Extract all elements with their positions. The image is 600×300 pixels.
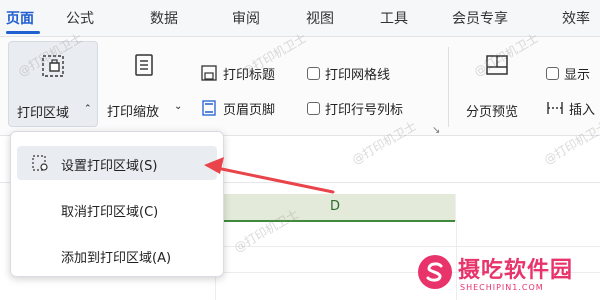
menu-item-label: 添加到打印区域(A) [61,251,172,266]
menu-item-set-print-area[interactable]: 设置打印区域(S) [17,146,217,180]
page-break-preview-label: 分页预览 [466,105,519,120]
checkbox-icon [307,66,320,80]
tab-tools[interactable]: 工具 [380,8,408,28]
menu-item-label: 取消打印区域(C) [61,205,159,220]
tab-formula[interactable]: 公式 [66,8,94,28]
group-separator [448,47,449,127]
header-footer-label: 页眉页脚 [223,102,276,118]
chevron-up-icon: ⌃ [84,104,92,114]
column-header-d[interactable]: D [215,194,455,222]
menu-item-label: 设置打印区域(S) [61,159,158,174]
header-footer-icon [202,100,216,116]
chevron-down-icon: ⌄ [174,101,183,112]
checkbox-icon [546,66,559,80]
print-zoom-icon [135,54,153,76]
print-titles-icon [201,65,217,81]
checkbox-icon [307,101,320,115]
menu-item-add-to-print-area[interactable]: 添加到打印区域(A) [11,238,223,272]
print-row-col-headers-checkbox[interactable]: 打印行号列标 [307,97,403,119]
logo-badge-icon [418,255,452,289]
tab-data[interactable]: 数据 [150,8,178,28]
insert-page-break-icon [547,102,563,114]
print-area-dropdown-menu: 设置打印区域(S) 取消打印区域(C) 添加到打印区域(A) [10,131,224,277]
show-checkbox[interactable]: 显示 [546,62,590,84]
tab-efficiency[interactable]: 效率 [562,8,590,28]
tab-review[interactable]: 审阅 [232,8,260,28]
print-gridlines-label: 打印网格线 [325,67,391,83]
show-label: 显示 [564,67,591,83]
logo-name: 摄吃软件园 [458,258,574,283]
print-row-col-headers-label: 打印行号列标 [325,102,404,118]
print-zoom-label: 打印缩放 [107,105,160,120]
tab-member[interactable]: 会员专享 [452,8,508,28]
menu-item-cancel-print-area[interactable]: 取消打印区域(C) [11,192,223,226]
tab-page[interactable]: 页面 [6,8,34,28]
print-gridlines-checkbox[interactable]: 打印网格线 [307,62,390,84]
dialog-launcher-icon[interactable]: ↘ [432,125,440,136]
grid-line [456,220,457,300]
active-tab-indicator [6,31,40,34]
print-zoom-button[interactable]: 打印缩放 ⌄ [100,41,188,125]
tab-view[interactable]: 视图 [306,8,334,28]
set-print-area-icon [32,155,48,171]
header-footer-button[interactable]: 页眉页脚 [200,97,275,119]
insert-label: 插入 [569,102,596,118]
insert-button[interactable]: 插入 [546,97,595,119]
print-area-label: 打印区域 [17,106,70,121]
logo-url: SHECHIPIN1.COM [460,283,544,292]
